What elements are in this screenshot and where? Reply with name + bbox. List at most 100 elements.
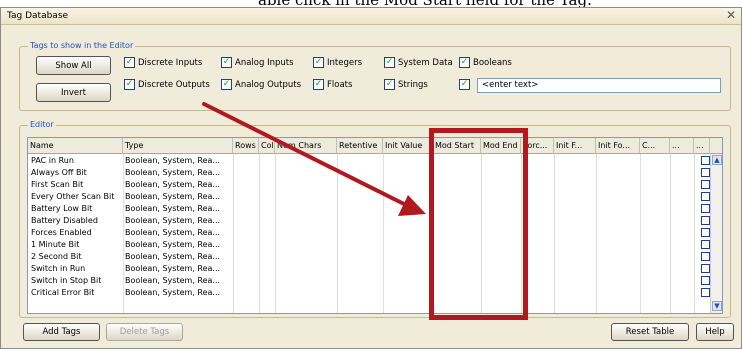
row-checkbox[interactable] <box>701 264 710 273</box>
table-row[interactable]: 2 Second Bit Boolean, System, Rea... <box>28 252 722 263</box>
column-header-more[interactable]: ... <box>694 138 710 154</box>
cell-type: Boolean, System, Rea... <box>125 168 221 177</box>
row-checkbox[interactable] <box>701 240 710 249</box>
checkbox-system-data[interactable]: ✓ System Data <box>384 57 453 68</box>
table-row[interactable]: Critical Error Bit Boolean, System, Rea..… <box>28 288 722 299</box>
table-row[interactable]: Every Other Scan Bit Boolean, System, Rea… <box>28 192 722 203</box>
tag-filter-text-input[interactable]: <enter text> <box>477 78 721 93</box>
cell-name: Always Off Bit <box>31 168 87 177</box>
table-row[interactable]: Forces Enabled Boolean, System, Rea... <box>28 228 722 239</box>
column-header-c[interactable]: C... <box>640 138 670 154</box>
scroll-down-icon[interactable]: ▼ <box>712 301 722 311</box>
cell-type: Boolean, System, Rea... <box>125 180 221 189</box>
table-row[interactable]: Switch in Run Boolean, System, Rea... <box>28 264 722 275</box>
cell-type: Boolean, System, Rea... <box>125 228 221 237</box>
checkmark-icon: ✓ <box>124 57 135 68</box>
column-header-num-chars[interactable]: Num Chars <box>275 138 337 154</box>
cell-type: Boolean, System, Rea... <box>125 216 221 225</box>
checkbox-booleans[interactable]: ✓ Booleans <box>459 57 512 68</box>
checkbox-discrete-outputs[interactable]: ✓ Discrete Outputs <box>124 79 210 90</box>
checkbox-floats[interactable]: ✓ Floats <box>313 79 352 90</box>
checkbox-integers[interactable]: ✓ Integers <box>313 57 362 68</box>
table-row[interactable]: PAC in Run Boolean, System, Rea... <box>28 156 722 167</box>
checkmark-icon: ✓ <box>124 79 135 90</box>
checkbox-custom-text[interactable]: ✓ <box>459 79 470 90</box>
add-tags-button[interactable]: Add Tags <box>23 323 100 341</box>
title-bar: Tag Database ✕ <box>1 8 741 25</box>
cell-name: Forces Enabled <box>31 228 92 237</box>
show-all-button[interactable]: Show All <box>36 56 111 75</box>
tag-editor-grid[interactable]: Name Type Rows Cols Num Chars Retentive … <box>27 137 723 314</box>
row-checkbox[interactable] <box>701 180 710 189</box>
column-header-init-f[interactable]: Init F... <box>554 138 596 154</box>
row-checkbox[interactable] <box>701 228 710 237</box>
row-checkbox[interactable] <box>701 192 710 201</box>
invert-button[interactable]: Invert <box>36 83 111 102</box>
grid-header: Name Type Rows Cols Num Chars Retentive … <box>28 138 722 154</box>
cell-name: Switch in Stop Bit <box>31 276 102 285</box>
column-header-init-value[interactable]: Init Value <box>383 138 433 154</box>
cell-type: Boolean, System, Rea... <box>125 264 221 273</box>
checkmark-icon: ✓ <box>384 57 395 68</box>
mod-start-highlight-box <box>429 128 528 320</box>
checkmark-icon: ✓ <box>313 57 324 68</box>
cell-name: First Scan Bit <box>31 180 84 189</box>
vertical-scrollbar[interactable]: ▲ ▼ <box>710 154 722 313</box>
cell-type: Boolean, System, Rea... <box>125 156 221 165</box>
cell-name: 1 Minute Bit <box>31 240 80 249</box>
checkbox-label: Floats <box>327 79 353 90</box>
cell-type: Boolean, System, Rea... <box>125 288 221 297</box>
table-row[interactable]: 1 Minute Bit Boolean, System, Rea... <box>28 240 722 251</box>
checkbox-discrete-inputs[interactable]: ✓ Discrete Inputs <box>124 57 202 68</box>
window-title: Tag Database <box>7 11 69 21</box>
cell-name: PAC in Run <box>31 156 74 165</box>
row-checkbox[interactable] <box>701 216 710 225</box>
column-header-rows[interactable]: Rows <box>233 138 259 154</box>
column-header-more[interactable]: ... <box>670 138 694 154</box>
checkbox-analog-outputs[interactable]: ✓ Analog Outputs <box>221 79 301 90</box>
checkbox-label: Analog Inputs <box>235 57 294 68</box>
close-icon[interactable]: ✕ <box>726 8 736 22</box>
row-checkbox[interactable] <box>701 204 710 213</box>
column-header-name[interactable]: Name <box>28 138 123 154</box>
column-header-type[interactable]: Type <box>123 138 233 154</box>
column-header-cols[interactable]: Cols <box>259 138 275 154</box>
checkmark-icon: ✓ <box>313 79 324 90</box>
cell-type: Boolean, System, Rea... <box>125 276 221 285</box>
delete-tags-button[interactable]: Delete Tags <box>106 323 183 341</box>
checkbox-label: Strings <box>398 79 428 90</box>
checkbox-label: Discrete Outputs <box>138 79 210 90</box>
checkmark-icon: ✓ <box>459 57 470 68</box>
table-row[interactable]: First Scan Bit Boolean, System, Rea... <box>28 180 722 191</box>
column-header-init-fo[interactable]: Init Fo... <box>596 138 640 154</box>
checkmark-icon: ✓ <box>384 79 395 90</box>
table-row[interactable]: Battery Disabled Boolean, System, Rea... <box>28 216 722 227</box>
checkmark-icon: ✓ <box>221 57 232 68</box>
table-row[interactable]: Always Off Bit Boolean, System, Rea... <box>28 168 722 179</box>
checkbox-analog-inputs[interactable]: ✓ Analog Inputs <box>221 57 294 68</box>
help-button[interactable]: Help <box>696 323 734 341</box>
row-checkbox[interactable] <box>701 156 710 165</box>
reset-table-button[interactable]: Reset Table <box>611 323 689 341</box>
cell-type: Boolean, System, Rea... <box>125 204 221 213</box>
row-checkbox[interactable] <box>701 276 710 285</box>
checkbox-label: Analog Outputs <box>235 79 302 90</box>
table-row[interactable]: Battery Low Bit Boolean, System, Rea... <box>28 204 722 215</box>
column-header-retentive[interactable]: Retentive <box>337 138 383 154</box>
checkmark-icon: ✓ <box>221 79 232 90</box>
checkbox-label: Integers <box>327 57 363 68</box>
row-checkbox[interactable] <box>701 168 710 177</box>
checkbox-strings[interactable]: ✓ Strings <box>384 79 428 90</box>
row-checkbox[interactable] <box>701 288 710 297</box>
editor-group-legend: Editor <box>28 120 56 129</box>
cell-type: Boolean, System, Rea... <box>125 252 221 261</box>
table-row[interactable]: Switch in Stop Bit Boolean, System, Rea..… <box>28 276 722 287</box>
checkmark-icon: ✓ <box>459 79 470 90</box>
row-checkbox[interactable] <box>701 252 710 261</box>
cell-name: Battery Disabled <box>31 216 98 225</box>
cell-type: Boolean, System, Rea... <box>125 240 221 249</box>
cell-name: Battery Low Bit <box>31 204 93 213</box>
scroll-up-icon[interactable]: ▲ <box>712 155 722 165</box>
checkbox-label: System Data <box>398 57 453 68</box>
tags-group-legend: Tags to show in the Editor <box>28 41 136 50</box>
